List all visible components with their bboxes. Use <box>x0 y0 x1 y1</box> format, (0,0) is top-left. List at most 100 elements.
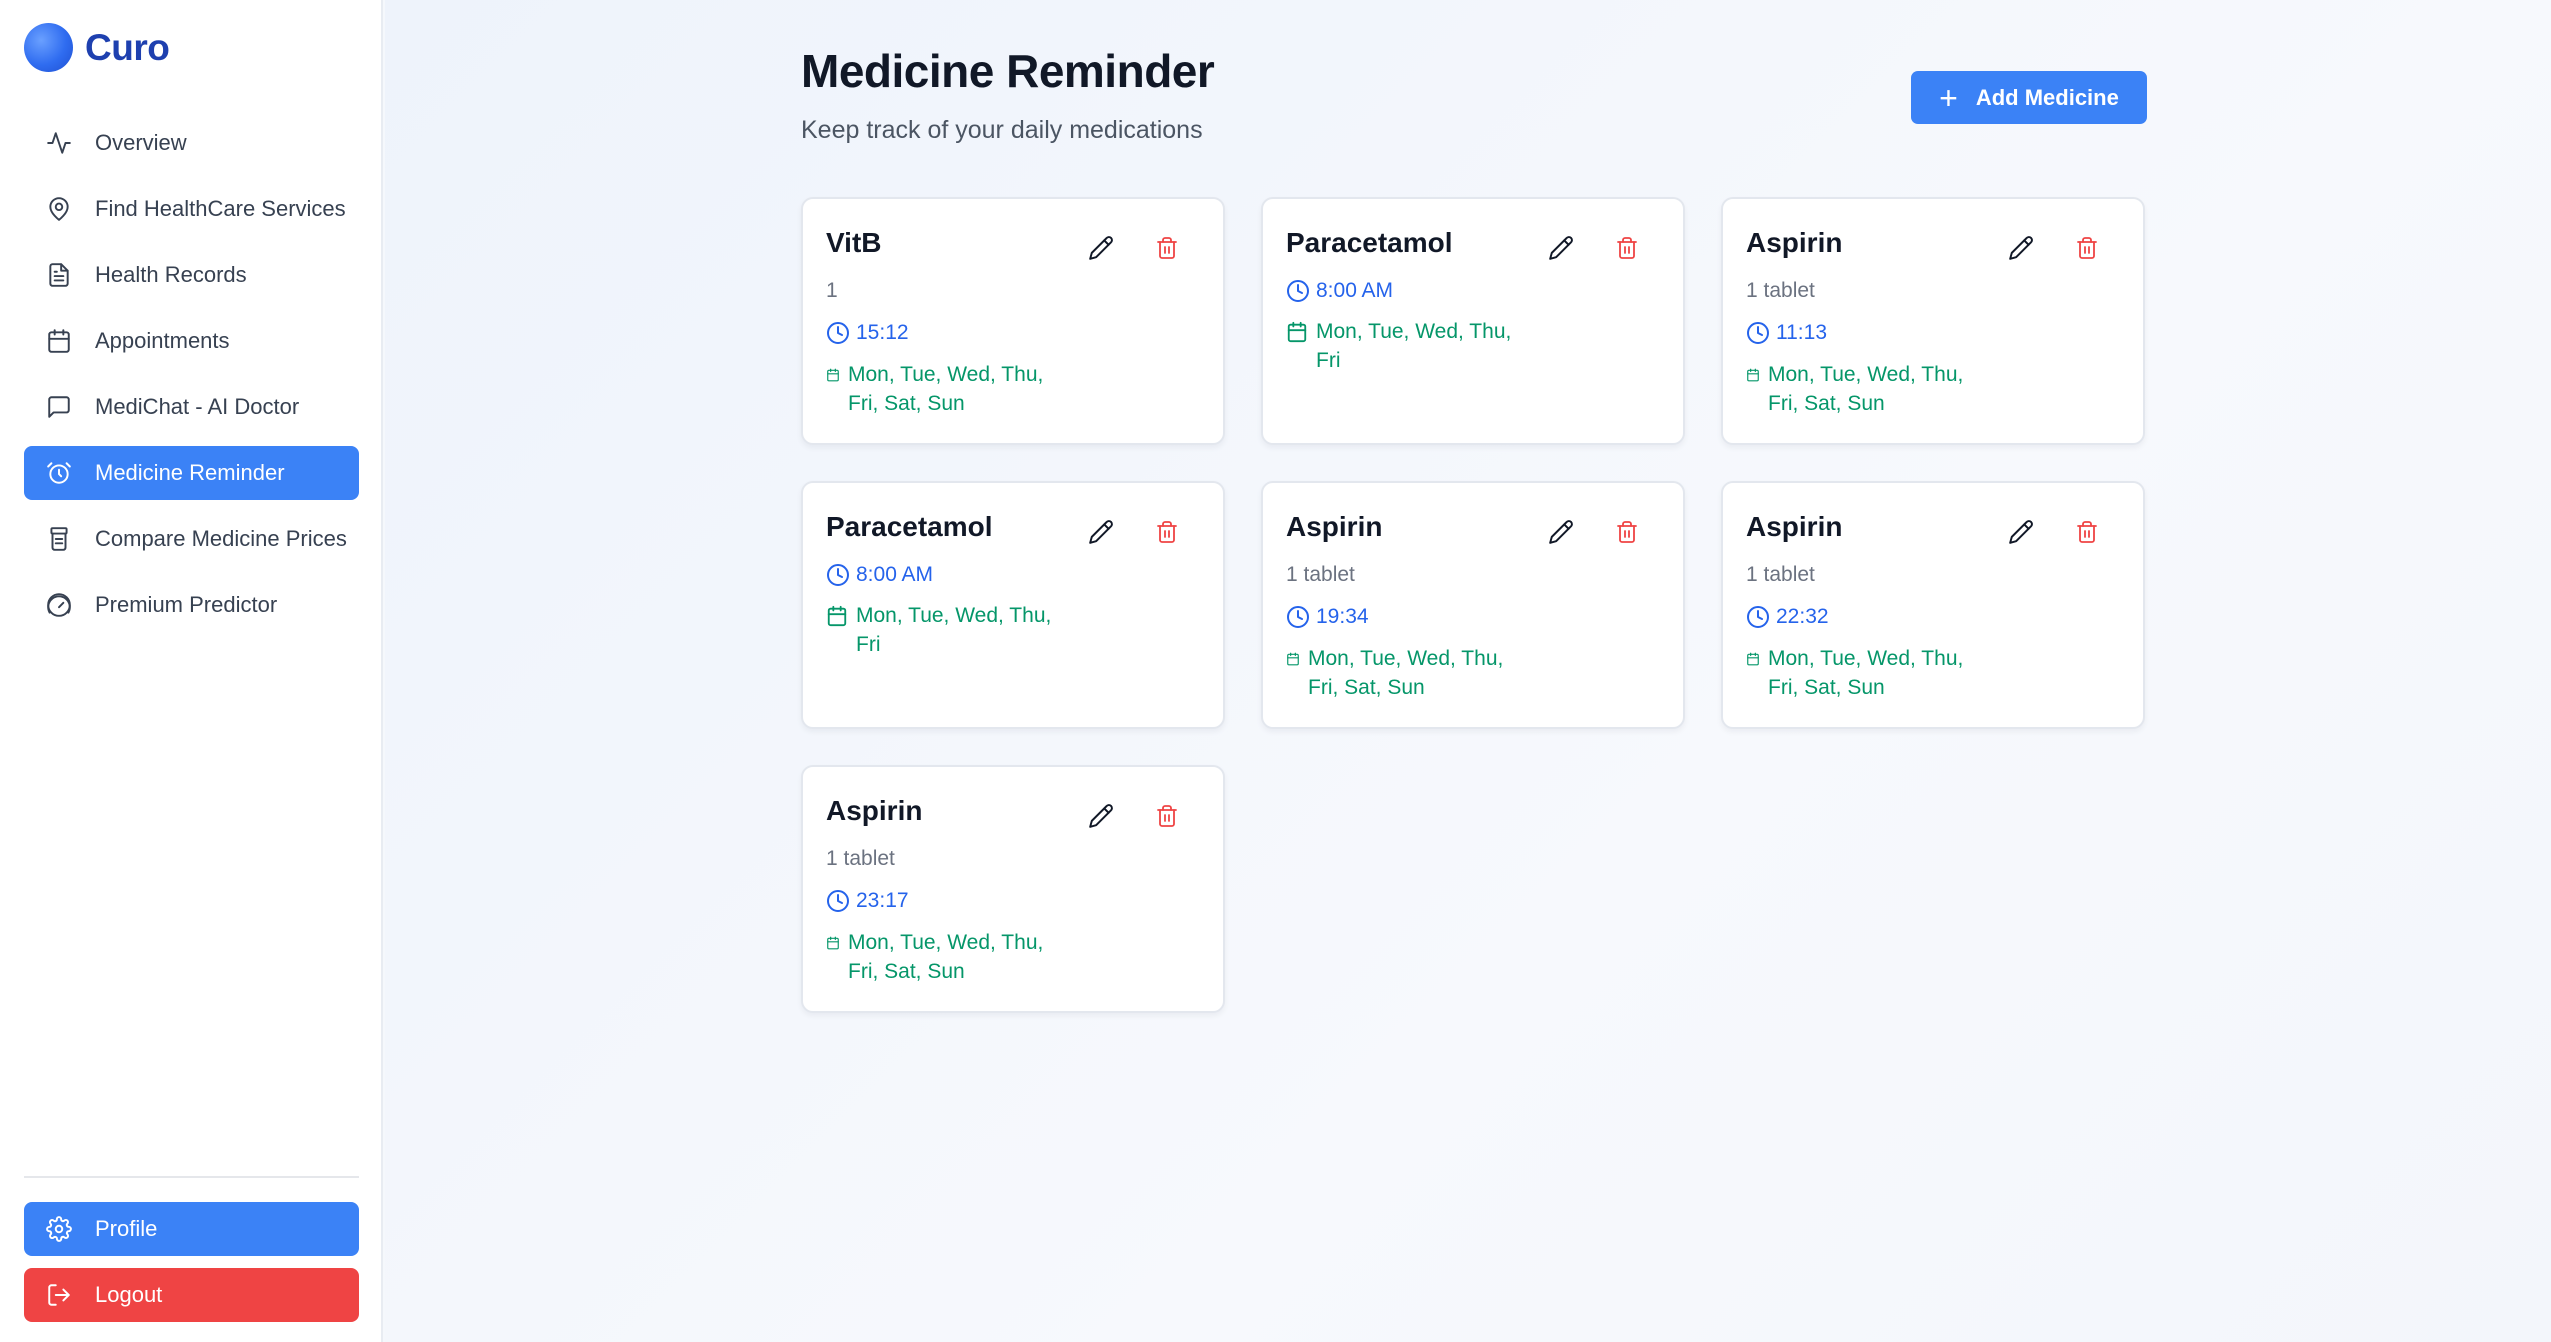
clock-icon <box>1746 321 1776 345</box>
profile-label: Profile <box>95 1216 158 1241</box>
logout-button[interactable]: Logout <box>24 1268 359 1322</box>
gauge-icon <box>46 592 72 618</box>
medicine-days-line: Mon, Tue, Wed, Thu, <box>848 931 1044 954</box>
sidebar-item-label: Overview <box>95 130 187 155</box>
trash-icon <box>1615 236 1639 260</box>
pencil-icon <box>2008 519 2034 545</box>
gear-icon <box>46 1216 72 1242</box>
medicine-days: Mon, Tue, Wed, Thu, Fri, Sat, Sun <box>826 928 1096 986</box>
clock-icon <box>1746 605 1776 629</box>
medicine-days-line: Fri, Sat, Sun <box>848 392 965 415</box>
edit-button[interactable] <box>1086 517 1116 547</box>
medicine-time-value: 23:17 <box>856 889 909 912</box>
medicine-time: 23:17 <box>826 889 909 913</box>
edit-button[interactable] <box>1546 233 1576 263</box>
medicine-days-line: Fri, Sat, Sun <box>1308 676 1425 699</box>
calendar-icon <box>826 928 840 957</box>
medicine-card: Aspirin 1 tablet 23:17 Mon, Tue, Wed, Thu, F… <box>801 765 1225 1013</box>
trash-icon <box>2075 236 2099 260</box>
map-pin-icon <box>46 196 72 222</box>
sidebar-item-compare-prices[interactable]: Compare Medicine Prices <box>24 512 359 566</box>
medicine-days: Mon, Tue, Wed, Thu, Fri, Sat, Sun <box>1746 644 2016 702</box>
trash-icon <box>1155 236 1179 260</box>
profile-button[interactable]: Profile <box>24 1202 359 1256</box>
medicine-days-text: Mon, Tue, Wed, Thu, Fri <box>856 601 1051 659</box>
calendar-icon <box>826 601 848 630</box>
medicine-card: Aspirin 1 tablet 11:13 Mon, Tue, Wed, Thu, F… <box>1721 197 2145 445</box>
brand-logo[interactable]: Curo <box>24 23 170 72</box>
edit-button[interactable] <box>2006 517 2036 547</box>
medicine-days-line: Fri, Sat, Sun <box>1768 392 1885 415</box>
sidebar-item-label: Compare Medicine Prices <box>95 526 347 551</box>
delete-button[interactable] <box>1152 517 1182 547</box>
calendar-icon <box>1286 317 1308 346</box>
medicine-time-value: 8:00 AM <box>1316 279 1394 302</box>
clock-icon <box>826 563 856 587</box>
sidebar-item-label: MediChat - AI Doctor <box>95 394 300 419</box>
pill-bottle-icon <box>46 526 72 552</box>
delete-button[interactable] <box>1152 233 1182 263</box>
medicine-days-text: Mon, Tue, Wed, Thu, Fri, Sat, Sun <box>1308 644 1503 702</box>
delete-button[interactable] <box>2072 233 2102 263</box>
medicine-time: 15:12 <box>826 321 909 345</box>
medicine-days-line: Mon, Tue, Wed, Thu, <box>856 604 1052 627</box>
sidebar-item-premium-predictor[interactable]: Premium Predictor <box>24 578 359 632</box>
medicine-card: Aspirin 1 tablet 19:34 Mon, Tue, Wed, Thu, F… <box>1261 481 1685 729</box>
sidebar-item-label: Appointments <box>95 328 230 353</box>
delete-button[interactable] <box>2072 517 2102 547</box>
medicine-days-text: Mon, Tue, Wed, Thu, Fri, Sat, Sun <box>1768 644 1963 702</box>
pencil-icon <box>1088 235 1114 261</box>
edit-button[interactable] <box>2006 233 2036 263</box>
medicine-days-line: Mon, Tue, Wed, Thu, <box>1316 320 1512 343</box>
sidebar: Curo Overview Find HealthCare Services H… <box>0 0 383 1342</box>
medicine-time-value: 19:34 <box>1316 605 1369 628</box>
medicine-time-value: 22:32 <box>1776 605 1829 628</box>
page-subtitle: Keep track of your daily medications <box>801 116 1203 144</box>
medicine-name: Aspirin <box>1746 227 1843 258</box>
clock-icon <box>826 321 856 345</box>
sidebar-item-label: Find HealthCare Services <box>95 196 346 221</box>
sidebar-nav: Overview Find HealthCare Services Health… <box>24 116 359 644</box>
logout-icon <box>46 1282 72 1308</box>
sidebar-item-label: Premium Predictor <box>95 592 278 617</box>
trash-icon <box>1615 520 1639 544</box>
medicine-card: VitB 1 15:12 Mon, Tue, Wed, Thu, Fri, Sat, S… <box>801 197 1225 445</box>
calendar-icon <box>1286 644 1300 673</box>
edit-button[interactable] <box>1086 233 1116 263</box>
sidebar-item-find-healthcare[interactable]: Find HealthCare Services <box>24 182 359 236</box>
medicine-days-text: Mon, Tue, Wed, Thu, Fri <box>1316 317 1511 375</box>
alarm-clock-icon <box>46 460 72 486</box>
add-medicine-button[interactable]: + Add Medicine <box>1911 71 2147 124</box>
file-text-icon <box>46 262 72 288</box>
edit-button[interactable] <box>1546 517 1576 547</box>
medicine-days: Mon, Tue, Wed, Thu, Fri, Sat, Sun <box>1746 360 2016 418</box>
medicine-days-text: Mon, Tue, Wed, Thu, Fri, Sat, Sun <box>848 360 1043 418</box>
chat-icon <box>46 394 72 420</box>
medicine-dose: 1 tablet <box>826 847 895 870</box>
medicine-days-line: Mon, Tue, Wed, Thu, <box>1768 363 1964 386</box>
delete-button[interactable] <box>1152 801 1182 831</box>
sidebar-divider <box>24 1176 359 1178</box>
medicine-time: 8:00 AM <box>826 563 933 587</box>
medicine-time: 11:13 <box>1746 321 1827 345</box>
logout-label: Logout <box>95 1282 163 1307</box>
medicine-days: Mon, Tue, Wed, Thu, Fri <box>1286 317 1556 375</box>
sidebar-item-medicine-reminder[interactable]: Medicine Reminder <box>24 446 359 500</box>
pencil-icon <box>1088 519 1114 545</box>
delete-button[interactable] <box>1612 233 1642 263</box>
add-medicine-label: Add Medicine <box>1975 84 2119 110</box>
medicine-time-value: 11:13 <box>1776 321 1827 344</box>
sidebar-item-overview[interactable]: Overview <box>24 116 359 170</box>
medicine-days-line: Fri <box>1316 349 1341 372</box>
sidebar-item-health-records[interactable]: Health Records <box>24 248 359 302</box>
sidebar-item-appointments[interactable]: Appointments <box>24 314 359 368</box>
medicine-name: Aspirin <box>826 795 923 826</box>
delete-button[interactable] <box>1612 517 1642 547</box>
sidebar-item-medichat[interactable]: MediChat - AI Doctor <box>24 380 359 434</box>
medicine-time-value: 8:00 AM <box>856 563 934 586</box>
sidebar-item-label: Medicine Reminder <box>95 460 285 485</box>
medicine-name: Aspirin <box>1746 511 1843 542</box>
app-name: Curo <box>85 26 170 68</box>
medicine-days-line: Fri, Sat, Sun <box>848 960 965 983</box>
edit-button[interactable] <box>1086 801 1116 831</box>
